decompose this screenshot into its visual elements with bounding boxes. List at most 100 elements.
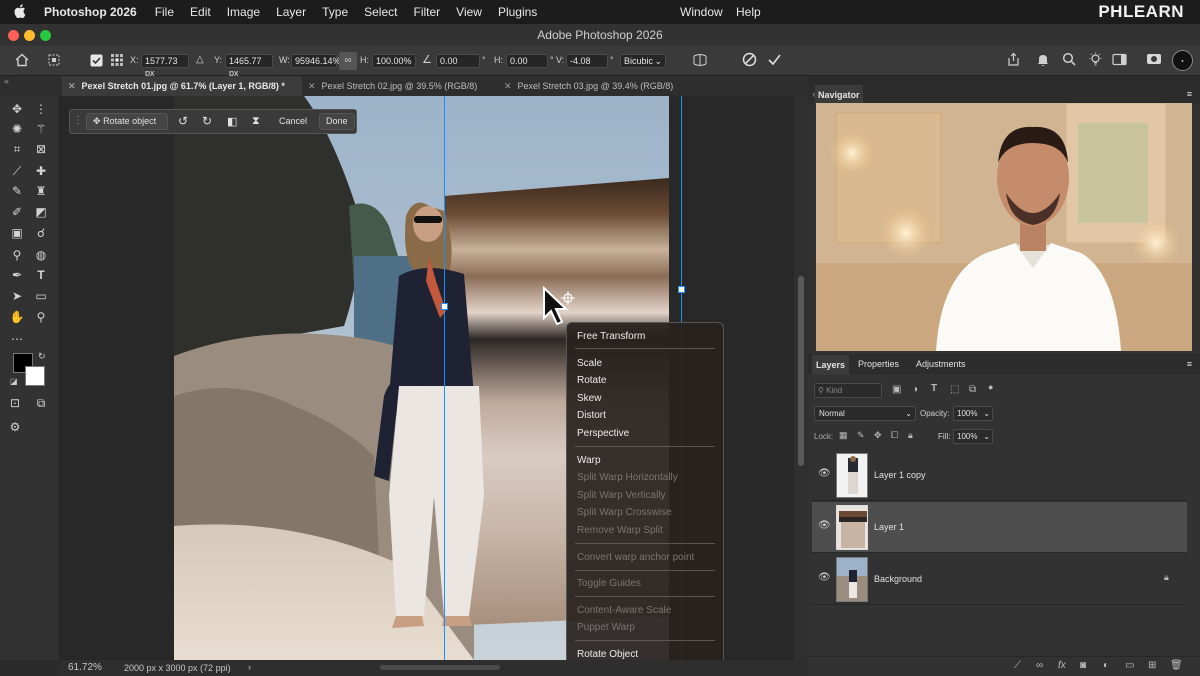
menu-scale[interactable]: Scale: [577, 358, 602, 369]
trash-icon[interactable]: 🗑︎: [1170, 660, 1183, 671]
angle-field[interactable]: 0.00: [436, 54, 480, 68]
menu-image[interactable]: Image: [227, 5, 260, 19]
layer-row-layer-1[interactable]: 👁︎ Layer 1: [812, 502, 1187, 553]
lightbulb-icon[interactable]: [1088, 52, 1103, 70]
edit-toolbar-icon[interactable]: ⚙: [6, 418, 24, 436]
tab-navigator[interactable]: Navigator: [815, 85, 863, 105]
screen-mode-icon[interactable]: ⧉: [32, 394, 50, 412]
visibility-eye-icon[interactable]: 👁︎: [818, 572, 831, 583]
move-tool-icon[interactable]: ✥: [8, 100, 26, 118]
home-icon[interactable]: [14, 52, 30, 71]
link-icon[interactable]: ∞: [339, 52, 357, 70]
commit-transform-icon[interactable]: [767, 52, 782, 70]
zoom-tool-icon[interactable]: ⚲: [32, 308, 50, 326]
rotate-object-button[interactable]: ✥ Rotate object: [86, 113, 168, 130]
filter-shape-icon[interactable]: ⬚: [950, 384, 959, 395]
gradient-tool-icon[interactable]: ▣: [8, 224, 26, 242]
transform-handle-right[interactable]: [678, 286, 685, 293]
rotate-ccw-icon[interactable]: ↺: [178, 114, 188, 128]
y-position-field[interactable]: 1465.77 px: [225, 54, 273, 78]
link-layers-icon[interactable]: ⟋: [1014, 660, 1021, 671]
collapse-panels-icon[interactable]: «: [4, 76, 9, 86]
close-tab-icon[interactable]: ✕: [308, 81, 316, 91]
chevron-right-icon[interactable]: ›: [248, 662, 251, 672]
tab-pexel-stretch-03[interactable]: ✕ Pexel Stretch 03.jpg @ 39.4% (RGB/8): [498, 76, 698, 96]
rotate-cw-icon[interactable]: ↻: [202, 114, 212, 128]
default-colors-icon[interactable]: ◪: [10, 377, 18, 386]
layer-name[interactable]: Layer 1: [874, 522, 904, 532]
menu-perspective[interactable]: Perspective: [577, 428, 629, 439]
opacity-field[interactable]: 100% ⌄: [953, 406, 993, 421]
layer-name[interactable]: Layer 1 copy: [874, 470, 926, 480]
cancel-button[interactable]: Cancel: [279, 116, 307, 126]
eraser-tool-icon[interactable]: ◩: [32, 203, 50, 221]
layer-filter-kind[interactable]: ⚲ Kind: [814, 383, 882, 398]
apple-icon[interactable]: [14, 3, 32, 21]
reference-point-checkbox[interactable]: [90, 54, 103, 70]
close-tab-icon[interactable]: ✕: [68, 81, 76, 91]
menu-help[interactable]: Help: [736, 0, 761, 24]
relative-position-icon[interactable]: △: [196, 54, 204, 65]
menu-layer[interactable]: Layer: [276, 5, 306, 19]
background-color-swatch[interactable]: [25, 366, 45, 386]
done-button[interactable]: Done: [319, 113, 355, 130]
avatar[interactable]: ●: [1172, 50, 1193, 71]
frame-tool-icon[interactable]: ⊠: [32, 140, 50, 158]
lock-all-icon[interactable]: 🔒︎: [908, 430, 913, 441]
tab-pexel-stretch-02[interactable]: ✕ Pexel Stretch 02.jpg @ 39.5% (RGB/8): [302, 76, 498, 96]
hand-tool-icon[interactable]: ✋: [8, 308, 26, 326]
menu-skew[interactable]: Skew: [577, 393, 601, 404]
menu-rotate[interactable]: Rotate: [577, 375, 606, 386]
layer-row-layer-1-copy[interactable]: 👁︎ Layer 1 copy: [812, 450, 1187, 501]
history-brush-tool-icon[interactable]: ✐: [8, 203, 26, 221]
tab-layers[interactable]: Layers: [812, 355, 850, 375]
width-field[interactable]: 95946.14%: [291, 54, 341, 68]
clone-stamp-tool-icon[interactable]: ♜: [32, 182, 50, 200]
workspace-icon[interactable]: [1112, 52, 1127, 70]
dodge-tool-icon[interactable]: ⚲: [8, 246, 26, 264]
share-icon[interactable]: [1006, 52, 1021, 70]
magic-wand-tool-icon[interactable]: ⚚: [32, 120, 50, 138]
transform-handle-left[interactable]: [441, 303, 448, 310]
type-tool-icon[interactable]: T: [32, 266, 50, 284]
scrollbar-thumb[interactable]: [798, 276, 804, 466]
menu-view[interactable]: View: [456, 5, 482, 19]
lock-image-icon[interactable]: ✎: [857, 430, 865, 441]
zoom-level[interactable]: 61.72%: [68, 662, 102, 673]
path-selection-tool-icon[interactable]: ➤: [8, 287, 26, 305]
menu-edit[interactable]: Edit: [190, 5, 211, 19]
x-position-field[interactable]: 1577.73 px: [141, 54, 189, 78]
tab-pexel-stretch-01[interactable]: ✕ Pexel Stretch 01.jpg @ 61.7% (Layer 1, …: [62, 76, 302, 96]
filter-pixel-icon[interactable]: ▣: [892, 384, 901, 395]
eyedropper-tool-icon[interactable]: ⟋: [8, 162, 26, 180]
filter-toggle-icon[interactable]: ●: [988, 382, 993, 392]
camera-icon[interactable]: [1146, 52, 1162, 69]
lock-transparent-icon[interactable]: ▦: [839, 430, 848, 441]
tab-properties[interactable]: Properties: [858, 354, 899, 374]
pen-tool-icon[interactable]: ✒: [8, 266, 26, 284]
close-window-button[interactable]: [8, 30, 19, 41]
bell-icon[interactable]: [1036, 52, 1050, 70]
menu-free-transform[interactable]: Free Transform: [577, 331, 645, 342]
tab-adjustments[interactable]: Adjustments: [916, 354, 966, 374]
drag-handle-icon[interactable]: ⋮: [73, 115, 83, 126]
filter-adjustment-icon[interactable]: ◑: [912, 384, 918, 395]
link-icon[interactable]: ∞: [1036, 660, 1043, 671]
new-layer-icon[interactable]: ⊞: [1148, 660, 1156, 671]
lock-position-icon[interactable]: ✥: [874, 430, 882, 441]
zoom-window-button[interactable]: [40, 30, 51, 41]
menu-warp[interactable]: Warp: [577, 455, 601, 466]
height-field[interactable]: 100.00%: [372, 54, 416, 68]
menu-distort[interactable]: Distort: [577, 410, 606, 421]
flip-vertical-icon[interactable]: ⧗: [252, 115, 260, 128]
flip-horizontal-icon[interactable]: ◧: [227, 115, 237, 128]
menu-filter[interactable]: Filter: [413, 5, 440, 19]
sponge-tool-icon[interactable]: ◍: [32, 246, 50, 264]
rectangle-tool-icon[interactable]: ▭: [32, 287, 50, 305]
panel-menu-icon[interactable]: ≡: [1187, 354, 1192, 374]
layer-name[interactable]: Background: [874, 574, 922, 584]
artboard-tool-icon[interactable]: ⋮: [32, 100, 50, 118]
more-tools-icon[interactable]: ⋯: [8, 330, 26, 348]
menu-type[interactable]: Type: [322, 5, 348, 19]
warp-mode-icon[interactable]: [692, 52, 708, 71]
